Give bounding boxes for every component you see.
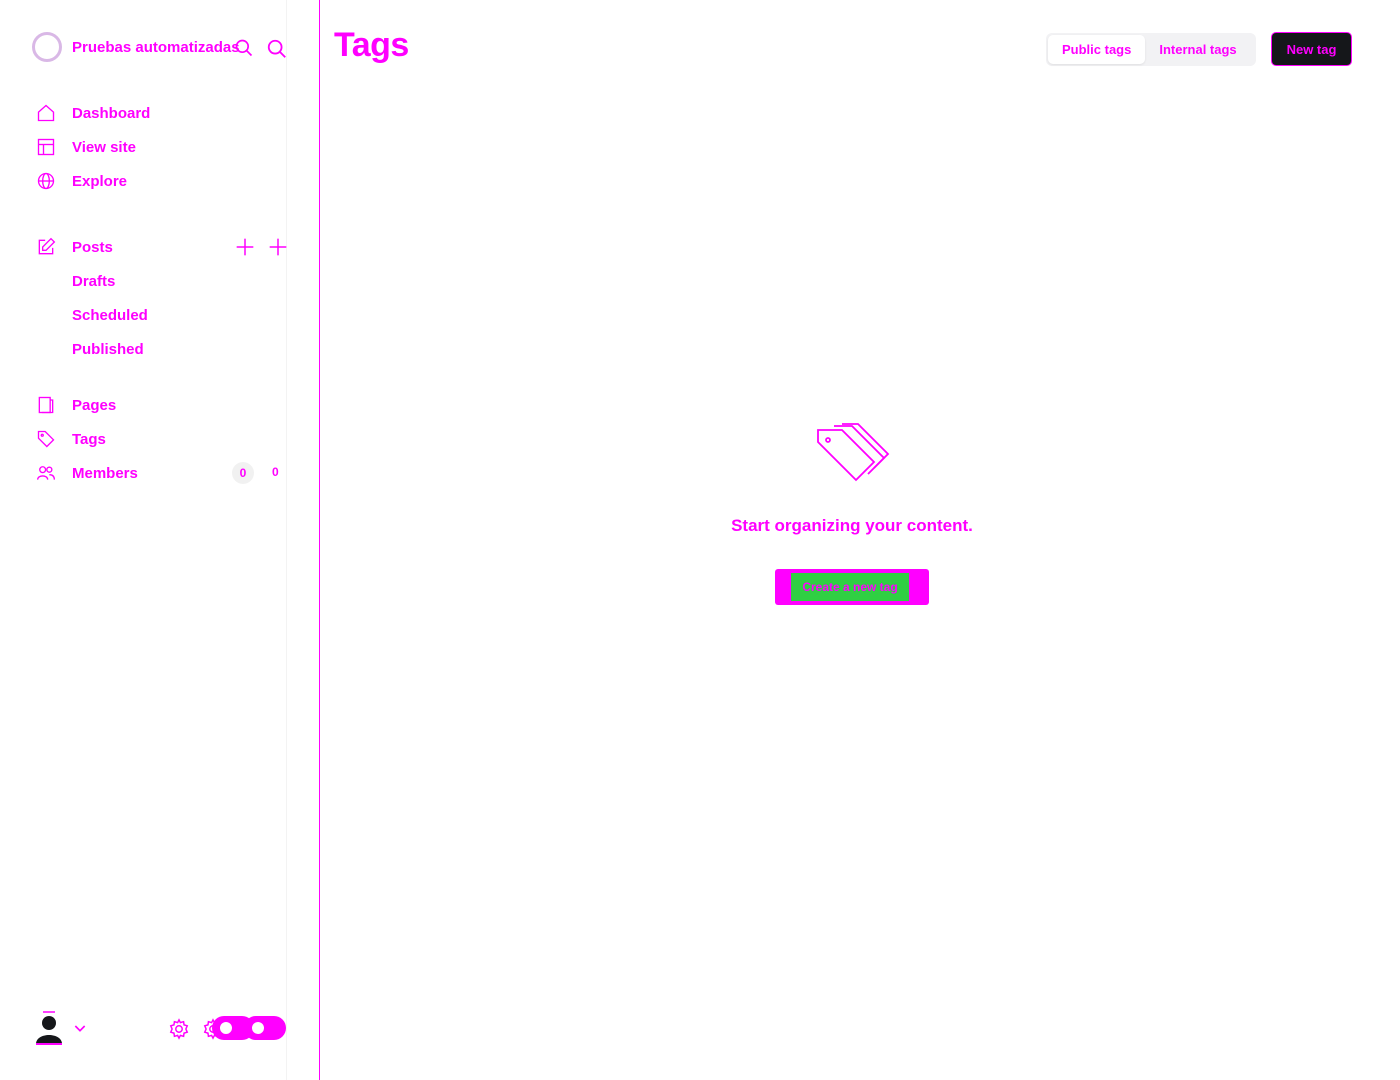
sidebar: Pruebas automatizadas Dashboard View sit… — [0, 0, 287, 1080]
main-divider — [319, 0, 320, 1080]
sidebar-item-label: Pages — [72, 396, 117, 414]
add-post-icon[interactable] — [268, 237, 288, 257]
sidebar-item-label: Posts — [72, 238, 113, 256]
page-title: Tags — [334, 26, 409, 64]
site-name: Pruebas automatizadas — [72, 38, 240, 56]
tag-icon — [37, 430, 55, 448]
new-tag-button[interactable]: New tag — [1271, 32, 1352, 66]
toggle-knob — [218, 1020, 234, 1036]
tab-internal-tags[interactable]: Internal tags — [1145, 35, 1250, 64]
sidebar-item-published[interactable]: Published — [72, 341, 144, 358]
sidebar-item-dashboard[interactable]: Dashboard — [36, 101, 150, 125]
sidebar-item-label: Tags — [72, 430, 106, 448]
members-badge: 0 — [232, 462, 254, 484]
home-icon — [37, 104, 55, 122]
dark-mode-toggle[interactable] — [244, 1016, 286, 1040]
members-count: 0 — [272, 465, 279, 479]
tag-type-switch: Public tags Internal tags — [1046, 33, 1256, 66]
page-icon — [38, 396, 54, 414]
toggle-knob — [250, 1020, 266, 1036]
chevron-down-icon[interactable] — [72, 1020, 88, 1036]
sidebar-item-label: View site — [72, 138, 136, 156]
gear-icon[interactable] — [168, 1018, 190, 1040]
create-tag-label: Create a new tag — [791, 573, 909, 601]
search-icon[interactable] — [234, 38, 254, 58]
layout-icon — [37, 138, 55, 156]
sidebar-item-members[interactable]: Members — [36, 461, 138, 485]
sidebar-item-label: Members — [72, 464, 138, 482]
globe-icon — [37, 172, 55, 190]
sidebar-item-posts[interactable]: Posts — [36, 235, 113, 259]
sidebar-item-view-site[interactable]: View site — [36, 135, 136, 159]
add-post-icon[interactable] — [235, 237, 255, 257]
tags-icon — [817, 423, 890, 482]
sidebar-item-drafts[interactable]: Drafts — [72, 273, 115, 290]
create-tag-button[interactable]: Create a new tag — [775, 569, 929, 605]
avatar[interactable] — [34, 1010, 64, 1046]
sidebar-item-tags[interactable]: Tags — [36, 427, 106, 451]
sidebar-item-pages[interactable]: Pages — [36, 393, 116, 417]
tab-public-tags[interactable]: Public tags — [1048, 35, 1146, 64]
sidebar-item-label: Dashboard — [72, 104, 151, 122]
sidebar-item-explore[interactable]: Explore — [36, 169, 127, 193]
site-logo — [32, 32, 62, 62]
empty-state-message: Start organizing your content. — [731, 516, 973, 535]
site-brand[interactable]: Pruebas automatizadas — [32, 32, 240, 62]
search-icon[interactable] — [266, 38, 288, 60]
sidebar-item-label: Explore — [72, 172, 128, 190]
sidebar-item-scheduled[interactable]: Scheduled — [72, 307, 148, 324]
members-icon — [37, 466, 55, 480]
edit-icon — [38, 237, 56, 255]
